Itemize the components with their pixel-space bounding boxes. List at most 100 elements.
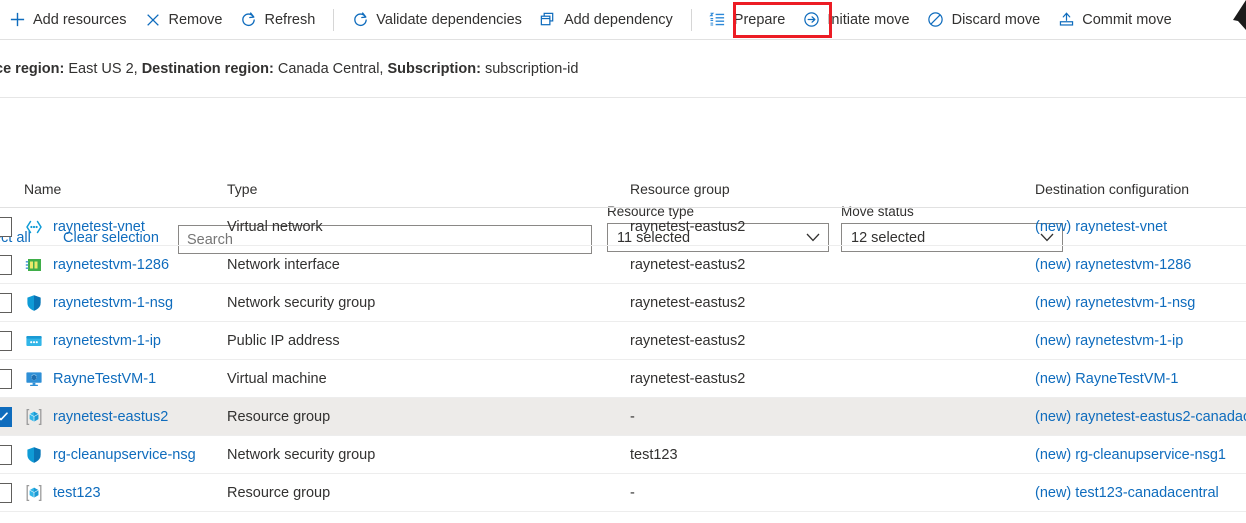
row-type-cell: Public IP address [227,333,630,349]
destination-region-label: Destination region: [142,61,274,77]
refresh-button[interactable]: Refresh [232,0,325,40]
shield-icon [24,293,44,313]
row-checkbox-cell [0,255,24,275]
row-checkbox[interactable] [0,331,12,351]
discard-move-label: Discard move [952,12,1041,28]
row-name-cell: raynetestvm-1-nsg [24,293,227,313]
table-row[interactable]: RayneTestVM-1 Virtual machineraynetest-ea… [0,360,1246,398]
row-resource-group-cell: raynetest-eastus2 [630,219,1035,235]
table-row[interactable]: raynetestvm-1-nsgNetwork security groupr… [0,284,1246,322]
add-resources-button[interactable]: Add resources [0,0,136,40]
add-resources-label: Add resources [33,12,127,28]
initiate-move-label: Initiate move [827,12,909,28]
prepare-label: Prepare [734,12,786,28]
prepare-button[interactable]: Prepare [701,0,795,40]
resource-name-link[interactable]: raynetestvm-1-nsg [53,295,173,311]
subscription-label: Subscription: [387,61,480,77]
resource-name-link[interactable]: rg-cleanupservice-nsg [53,447,196,463]
resource-name-link[interactable]: raynetest-vnet [53,219,145,235]
command-bar: Add resources Remove Refresh [0,0,1246,40]
row-type-cell: Resource group [227,409,630,425]
row-checkbox-cell [0,407,24,427]
row-resource-group-cell: - [630,485,1035,501]
column-header-name[interactable]: Name [24,181,227,197]
row-name-cell: test123 [24,483,227,503]
resources-table: Name Type Resource group Destination con… [0,170,1246,512]
public-ip-icon [24,331,44,351]
move-context-line: Source region: East US 2, Destination re… [0,40,1246,98]
commit-move-label: Commit move [1082,12,1171,28]
row-resource-group-cell: - [630,409,1035,425]
row-resource-group-cell: raynetest-eastus2 [630,257,1035,273]
column-header-type[interactable]: Type [227,181,630,197]
subscription-value: subscription-id [485,61,579,77]
block-circle-icon [927,11,945,29]
source-region-label: Source region: [0,61,64,77]
column-header-resource-group[interactable]: Resource group [630,181,1035,197]
refresh-circle-icon [351,11,369,29]
upload-icon [1057,11,1075,29]
network-interface-icon [24,255,44,275]
column-header-destination-configuration[interactable]: Destination configuration [1035,181,1246,197]
resource-name-link[interactable]: raynetest-eastus2 [53,409,168,425]
row-name-cell: raynetestvm-1286 [24,255,227,275]
row-type-cell: Virtual network [227,219,630,235]
add-dependency-button[interactable]: Add dependency [531,0,682,40]
remove-label: Remove [169,12,223,28]
shield-icon [24,445,44,465]
row-destination-configuration-link[interactable]: (new) raynetest-eastus2-canadacentral [1035,409,1246,425]
row-checkbox[interactable] [0,255,12,275]
remove-button[interactable]: Remove [136,0,232,40]
row-name-cell: raynetestvm-1-ip [24,331,227,351]
row-name-cell: RayneTestVM-1 [24,369,227,389]
virtual-machine-icon [24,369,44,389]
row-checkbox[interactable] [0,483,12,503]
row-name-cell: rg-cleanupservice-nsg [24,445,227,465]
row-checkbox-cell [0,369,24,389]
table-row[interactable]: raynetestvm-1-ipPublic IP addressraynete… [0,322,1246,360]
row-destination-configuration-link[interactable]: (new) raynetest-vnet [1035,219,1246,235]
table-row[interactable]: test123 Resource group-(new) test123-cana… [0,474,1246,512]
row-name-cell: raynetest-eastus2 [24,407,227,427]
row-destination-configuration-link[interactable]: (new) raynetestvm-1286 [1035,257,1246,273]
row-type-cell: Virtual machine [227,371,630,387]
destination-region-value: Canada Central, [278,61,384,77]
row-checkbox-cell [0,331,24,351]
row-destination-configuration-link[interactable]: (new) rg-cleanupservice-nsg1 [1035,447,1246,463]
resource-name-link[interactable]: test123 [53,485,101,501]
row-destination-configuration-link[interactable]: (new) test123-canadacentral [1035,485,1246,501]
row-checkbox[interactable] [0,217,12,237]
row-type-cell: Network security group [227,447,630,463]
table-header-row: Name Type Resource group Destination con… [0,170,1246,208]
row-checkbox[interactable] [0,369,12,389]
resource-group-icon [24,407,44,427]
row-destination-configuration-link[interactable]: (new) raynetestvm-1-nsg [1035,295,1246,311]
resource-name-link[interactable]: raynetestvm-1-ip [53,333,161,349]
table-row[interactable]: raynetestvm-1286 Network interfaceraynete… [0,246,1246,284]
row-checkbox-cell [0,217,24,237]
resource-name-link[interactable]: raynetestvm-1286 [53,257,169,273]
table-row[interactable]: raynetest-vnet Virtual networkraynetest-e… [0,208,1246,246]
row-type-cell: Network interface [227,257,630,273]
row-destination-configuration-link[interactable]: (new) raynetestvm-1-ip [1035,333,1246,349]
resource-name-link[interactable]: RayneTestVM-1 [53,371,156,387]
table-row[interactable]: raynetest-eastus2 Resource group-(new) ra… [0,398,1246,436]
refresh-label: Refresh [265,12,316,28]
discard-move-button[interactable]: Discard move [919,0,1050,40]
table-body: raynetest-vnetVirtual networkraynetest-e… [0,208,1246,512]
toolbar-divider-1 [333,9,334,31]
initiate-move-button[interactable]: Initiate move [794,0,918,40]
resource-group-icon [24,483,44,503]
row-resource-group-cell: raynetest-eastus2 [630,371,1035,387]
row-checkbox[interactable] [0,445,12,465]
table-row[interactable]: rg-cleanupservice-nsg Network security gr… [0,436,1246,474]
validate-dependencies-button[interactable]: Validate dependencies [343,0,531,40]
row-destination-configuration-link[interactable]: (new) RayneTestVM-1 [1035,371,1246,387]
plus-icon [8,11,26,29]
move-context-text: Source region: East US 2, Destination re… [0,61,578,77]
toolbar-divider-2 [691,9,692,31]
commit-move-button[interactable]: Commit move [1049,0,1180,40]
row-checkbox[interactable] [0,293,12,313]
row-checkbox[interactable] [0,407,12,427]
row-type-cell: Resource group [227,485,630,501]
